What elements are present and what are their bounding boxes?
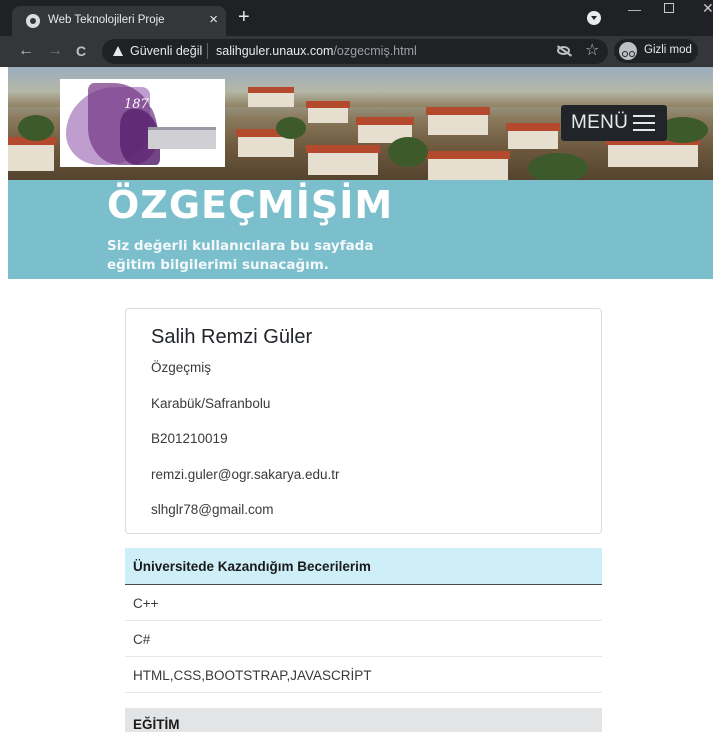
maximize-icon[interactable] (664, 3, 674, 13)
subtitle-line: eğitim bilgilerimi sunacağım. (107, 257, 329, 273)
education-header: EĞİTİM (125, 708, 602, 732)
list-item: C# (125, 621, 602, 657)
banner-tree (528, 153, 588, 180)
profile-email-personal: slhglr78@gmail.com (151, 502, 274, 517)
warning-icon (113, 46, 123, 56)
banner-building (308, 153, 378, 175)
logo-building (148, 127, 216, 149)
incognito-label: Gizli mod (644, 44, 692, 56)
banner-tree (388, 137, 428, 167)
globe-icon (26, 14, 40, 28)
subtitle-line: Siz değerli kullanıcılara bu sayfada (107, 238, 374, 254)
list-item: HTML,CSS,BOOTSTRAP,JAVASCRİPT (125, 657, 602, 693)
url-separator (207, 43, 208, 59)
reload-icon[interactable]: C (76, 41, 86, 61)
profile-student-id: B201210019 (151, 431, 228, 446)
skills-header: Üniversitede Kazandığım Becerilerim (125, 548, 602, 585)
header-banner: 1870 MENÜ (8, 67, 713, 180)
address-bar[interactable]: Güvenli değil salihguler.unaux.com/ozgec… (102, 39, 608, 64)
url-text[interactable]: salihguler.unaux.com/ozgecmiş.html (216, 44, 417, 58)
browser-toolbar: ← → C Güvenli değil salihguler.unaux.com… (0, 36, 713, 67)
hero-section: ÖZGEÇMİŞİM Siz değerli kullanıcılara bu … (8, 180, 713, 279)
banner-building (308, 107, 348, 123)
banner-building (8, 145, 54, 171)
skill-label: C++ (133, 596, 159, 611)
banner-building (608, 145, 698, 167)
security-label[interactable]: Güvenli değil (130, 44, 202, 58)
banner-building (248, 93, 294, 107)
education-header-label: EĞİTİM (133, 717, 180, 732)
dropdown-icon[interactable] (587, 11, 601, 25)
banner-tree (18, 115, 54, 141)
profile-email-school: remzi.guler@ogr.sakarya.edu.tr (151, 467, 340, 482)
incognito-icon (619, 42, 637, 60)
banner-roof (426, 151, 510, 159)
banner-roof (506, 123, 560, 131)
banner-tree (276, 117, 306, 139)
banner-roof (426, 107, 490, 115)
banner-building (508, 131, 558, 149)
browser-tab-strip: Web Teknolojileri Proje × + — ✕ (0, 0, 713, 36)
browser-tab[interactable]: Web Teknolojileri Proje × (12, 6, 226, 36)
profile-name: Salih Remzi Güler (151, 326, 313, 348)
banner-building (238, 137, 294, 157)
skill-label: C# (133, 632, 151, 647)
skill-label: HTML,CSS,BOOTSTRAP,JAVASCRİPT (133, 668, 372, 683)
profile-card: Salih Remzi Güler Özgeçmiş Karabük/Safra… (125, 308, 602, 534)
back-arrow-icon[interactable]: ← (18, 41, 34, 61)
banner-roof (306, 145, 380, 153)
banner-building (428, 115, 488, 135)
page-title: ÖZGEÇMİŞİM (107, 183, 394, 227)
url-host: salihguler.unaux.com (216, 44, 334, 58)
menu-label: MENÜ (571, 112, 629, 133)
incognito-badge[interactable]: Gizli mod (614, 39, 698, 63)
star-icon[interactable]: ☆ (585, 41, 599, 61)
profile-location: Karabük/Safranbolu (151, 396, 271, 411)
university-logo[interactable]: 1870 (60, 79, 225, 167)
banner-building (428, 159, 508, 180)
forward-arrow-icon[interactable]: → (47, 41, 63, 61)
minimize-icon[interactable]: — (628, 2, 641, 17)
url-path: /ozgecmiş.html (333, 44, 417, 58)
logo-year: 1870 (124, 97, 158, 112)
banner-roof (306, 101, 350, 108)
skills-header-label: Üniversitede Kazandığım Becerilerim (133, 559, 371, 574)
plus-icon[interactable]: + (238, 6, 250, 28)
hamburger-icon (633, 115, 655, 131)
banner-roof (356, 117, 414, 125)
tab-title: Web Teknolojileri Proje (48, 14, 165, 26)
menu-button[interactable]: MENÜ (561, 105, 667, 141)
eye-off-icon[interactable] (557, 46, 570, 55)
close-icon[interactable]: × (209, 11, 218, 29)
window-close-icon[interactable]: ✕ (702, 0, 713, 17)
banner-roof (248, 87, 294, 93)
list-item: C++ (125, 585, 602, 621)
page-subtitle: Siz değerli kullanıcılara bu sayfada eği… (107, 237, 373, 275)
profile-line: Özgeçmiş (151, 360, 212, 375)
